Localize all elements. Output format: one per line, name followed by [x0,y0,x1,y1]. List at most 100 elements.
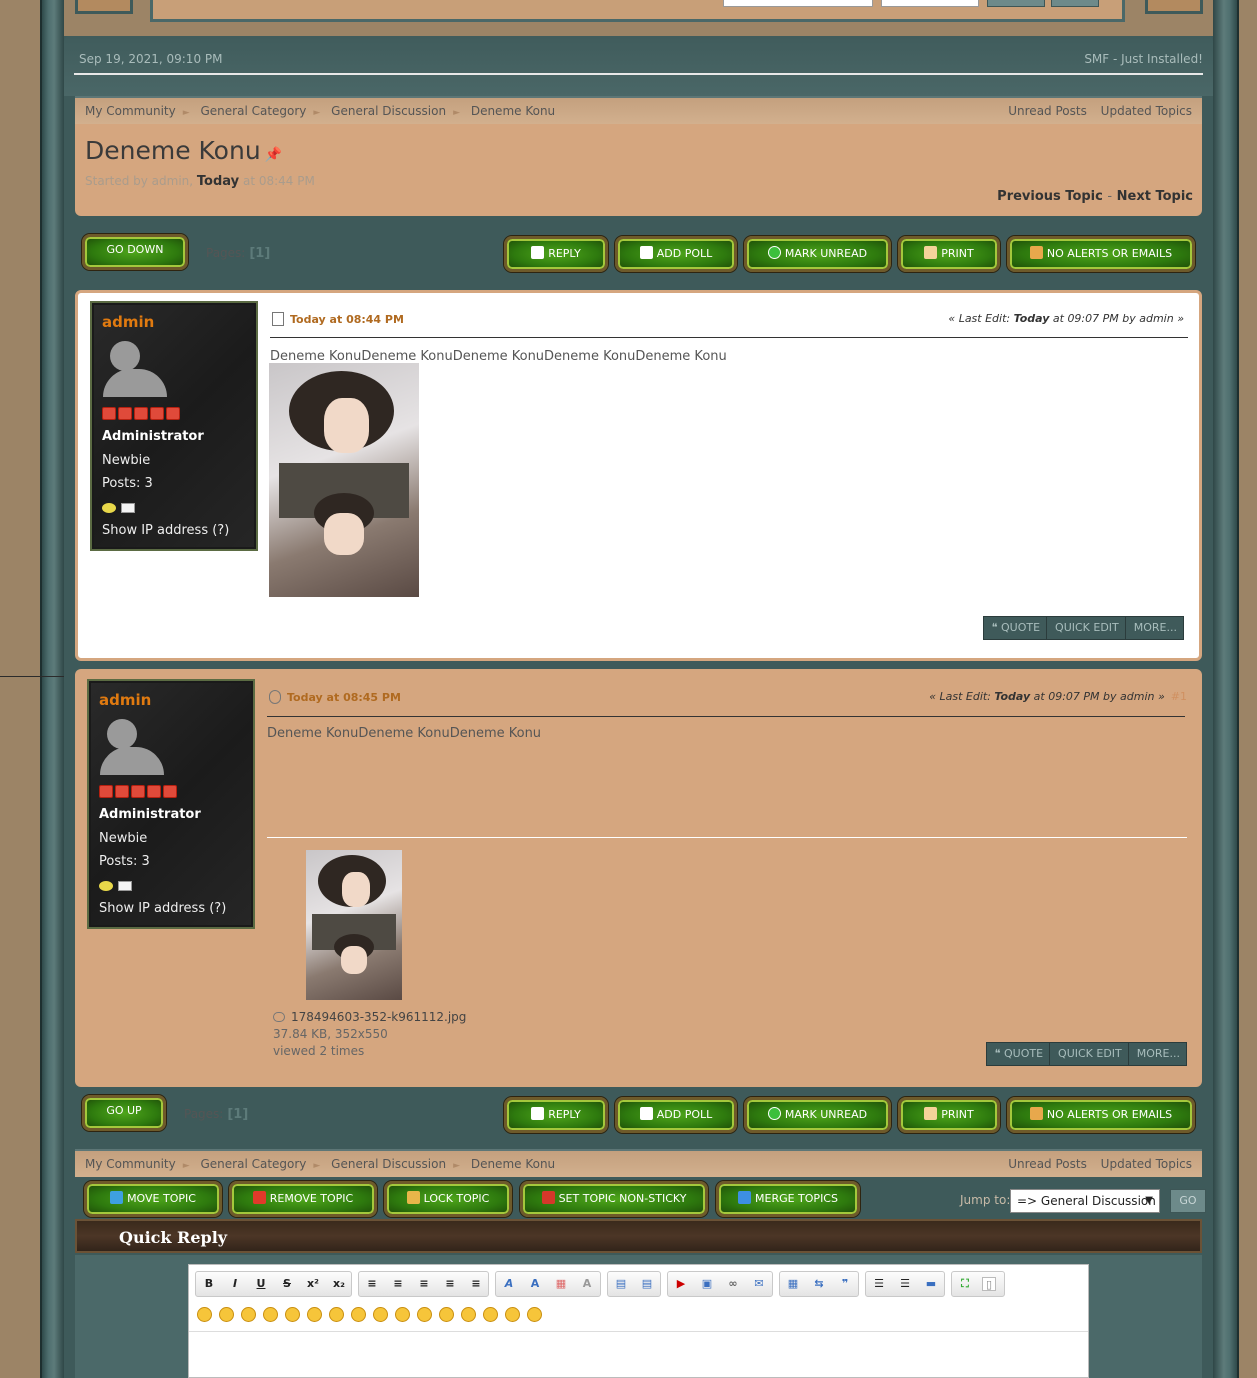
lock-topic-button[interactable]: LOCK TOPIC [384,1181,512,1217]
go-up-button[interactable]: GO UP [82,1095,166,1131]
post-time[interactable]: Today at 08:44 PM [272,312,404,326]
youtube-icon[interactable]: ▶ [674,1277,688,1291]
italic-button[interactable]: I [228,1277,242,1291]
print-button[interactable]: PRINT [898,236,1000,272]
source-mode-icon[interactable]: ▯ [982,1277,996,1291]
crumb-community[interactable]: My Community [85,104,176,118]
sad-icon[interactable] [307,1307,322,1322]
remove-format-icon[interactable]: A [580,1277,594,1291]
add-poll-button[interactable]: ADD POLL [615,1097,737,1133]
maximize-icon[interactable]: ⛶ [958,1277,972,1291]
horizontal-rule-icon[interactable]: ▬ [924,1277,938,1291]
email-icon[interactable] [118,881,132,891]
quote-button[interactable]: ❝ Quote [984,617,1048,639]
cry-icon[interactable] [527,1307,542,1322]
more-button[interactable]: More... [1129,1043,1186,1065]
lips-sealed-icon[interactable] [461,1307,476,1322]
search-scope-select[interactable] [881,0,979,7]
next-topic-link[interactable]: Next Topic [1117,189,1193,204]
numbered-list-icon[interactable]: ☰ [898,1277,912,1291]
bullet-list-icon[interactable]: ☰ [872,1277,886,1291]
print-button[interactable]: PRINT [898,1097,1000,1133]
show-ip-link[interactable]: Show IP address (?) [102,523,229,538]
show-ip-link[interactable]: Show IP address (?) [99,901,226,916]
align-left-icon[interactable]: ≡ [365,1277,379,1291]
attachment-thumbnail[interactable] [306,850,402,1000]
embarrassed-icon[interactable] [439,1307,454,1322]
smiley-icon[interactable] [197,1307,212,1322]
crumb-board[interactable]: General Discussion [331,1157,446,1171]
attachment-filename[interactable]: 178494603-352-k961112.jpg [291,1010,466,1024]
page-1-link[interactable]: [1] [249,246,270,261]
more-button[interactable]: More... [1126,617,1183,639]
quick-edit-button[interactable]: Quick Edit [1047,617,1126,639]
align-right-icon[interactable]: ≡ [417,1277,431,1291]
email-icon[interactable] [121,503,135,513]
table-icon[interactable]: ▦ [786,1277,800,1291]
non-sticky-button[interactable]: SET TOPIC NON-STICKY [520,1181,708,1217]
huh-icon[interactable] [373,1307,388,1322]
go-down-button[interactable]: GO DOWN [82,234,188,270]
shocked-icon[interactable] [329,1307,344,1322]
message-editor[interactable]: B I U S x² x₂ ≡ ≡ ≡ ≡ ≡ A A ▦ A ▤ ▤ ▶ ▣ … [188,1264,1089,1378]
quick-edit-button[interactable]: Quick Edit [1050,1043,1129,1065]
reply-button[interactable]: REPLY [504,236,608,272]
float-left-icon[interactable]: ▤ [614,1277,628,1291]
cool-icon[interactable] [351,1307,366,1322]
crumb-community[interactable]: My Community [85,1157,176,1171]
crumb-board[interactable]: General Discussion [331,104,446,118]
quote-icon[interactable]: ❞ [838,1277,852,1291]
move-topic-button[interactable]: MOVE TOPIC [84,1181,222,1217]
mark-unread-button[interactable]: MARK UNREAD [744,1097,891,1133]
color-picker-icon[interactable]: ▦ [554,1277,568,1291]
search-button[interactable] [987,0,1045,7]
align-center-icon[interactable]: ≡ [391,1277,405,1291]
post-time[interactable]: Today at 08:45 PM [269,690,401,704]
no-alerts-button[interactable]: NO ALERTS OR EMAILS [1007,236,1195,272]
strike-button[interactable]: S [280,1277,294,1291]
updated-topics-link[interactable]: Updated Topics [1101,104,1192,118]
quote-button[interactable]: ❝ Quote [987,1043,1051,1065]
underline-button[interactable]: U [254,1277,268,1291]
cheesy-icon[interactable] [241,1307,256,1322]
font-face-icon[interactable]: A [502,1277,516,1291]
superscript-button[interactable]: x² [306,1277,320,1291]
poster-name[interactable]: admin [102,313,154,331]
kiss-icon[interactable] [505,1307,520,1322]
angry-icon[interactable] [285,1307,300,1322]
add-poll-button[interactable]: ADD POLL [615,236,737,272]
post-image[interactable] [269,363,419,597]
crumb-topic[interactable]: Deneme Konu [471,104,555,118]
grin-icon[interactable] [263,1307,278,1322]
page-1-link[interactable]: [1] [227,1107,248,1122]
tongue-icon[interactable] [417,1307,432,1322]
advanced-search-button[interactable] [1051,0,1099,7]
crumb-category[interactable]: General Category [200,104,306,118]
subscript-button[interactable]: x₂ [332,1277,346,1291]
undecided-icon[interactable] [483,1307,498,1322]
jump-go-button[interactable]: GO [1170,1189,1206,1213]
wink-icon[interactable] [219,1307,234,1322]
remove-topic-button[interactable]: REMOVE TOPIC [229,1181,377,1217]
personal-message-icon[interactable] [102,503,116,513]
personal-message-icon[interactable] [99,881,113,891]
merge-topics-button[interactable]: MERGE TOPICS [716,1181,860,1217]
jump-to-select[interactable]: => General Discussion ▼ [1010,1189,1160,1213]
updated-topics-link[interactable]: Updated Topics [1101,1157,1192,1171]
unread-posts-link[interactable]: Unread Posts [1008,104,1087,118]
pre-icon[interactable]: ≡ [469,1277,483,1291]
roll-eyes-icon[interactable] [395,1307,410,1322]
bold-button[interactable]: B [202,1277,216,1291]
justify-icon[interactable]: ≡ [443,1277,457,1291]
crumb-category[interactable]: General Category [200,1157,306,1171]
quick-reply-header[interactable]: Quick Reply [75,1219,1202,1253]
font-size-icon[interactable]: A [528,1277,542,1291]
reply-button[interactable]: REPLY [504,1097,608,1133]
previous-topic-link[interactable]: Previous Topic [997,189,1103,204]
float-right-icon[interactable]: ▤ [640,1277,654,1291]
poster-name[interactable]: admin [99,691,151,709]
crumb-topic[interactable]: Deneme Konu [471,1157,555,1171]
email-link-icon[interactable]: ✉ [752,1277,766,1291]
image-icon[interactable]: ▣ [700,1277,714,1291]
link-icon[interactable]: ∞ [726,1277,740,1291]
